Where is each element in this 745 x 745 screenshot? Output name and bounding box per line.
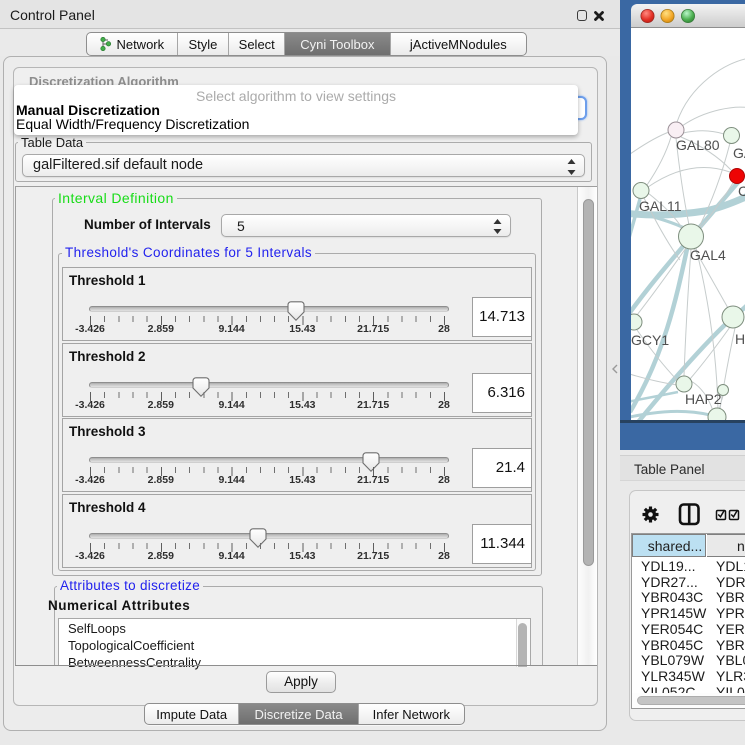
svg-text:GAL11: GAL11 [639, 198, 682, 214]
svg-text:HAP2: HAP2 [685, 391, 722, 407]
svg-text:GAL4: GAL4 [690, 247, 726, 263]
svg-text:C: C [738, 183, 745, 199]
svg-text:GCY1: GCY1 [631, 332, 669, 348]
svg-text:GA: GA [733, 145, 745, 161]
svg-text:GAL80: GAL80 [676, 137, 720, 153]
svg-text:H: H [735, 331, 745, 347]
